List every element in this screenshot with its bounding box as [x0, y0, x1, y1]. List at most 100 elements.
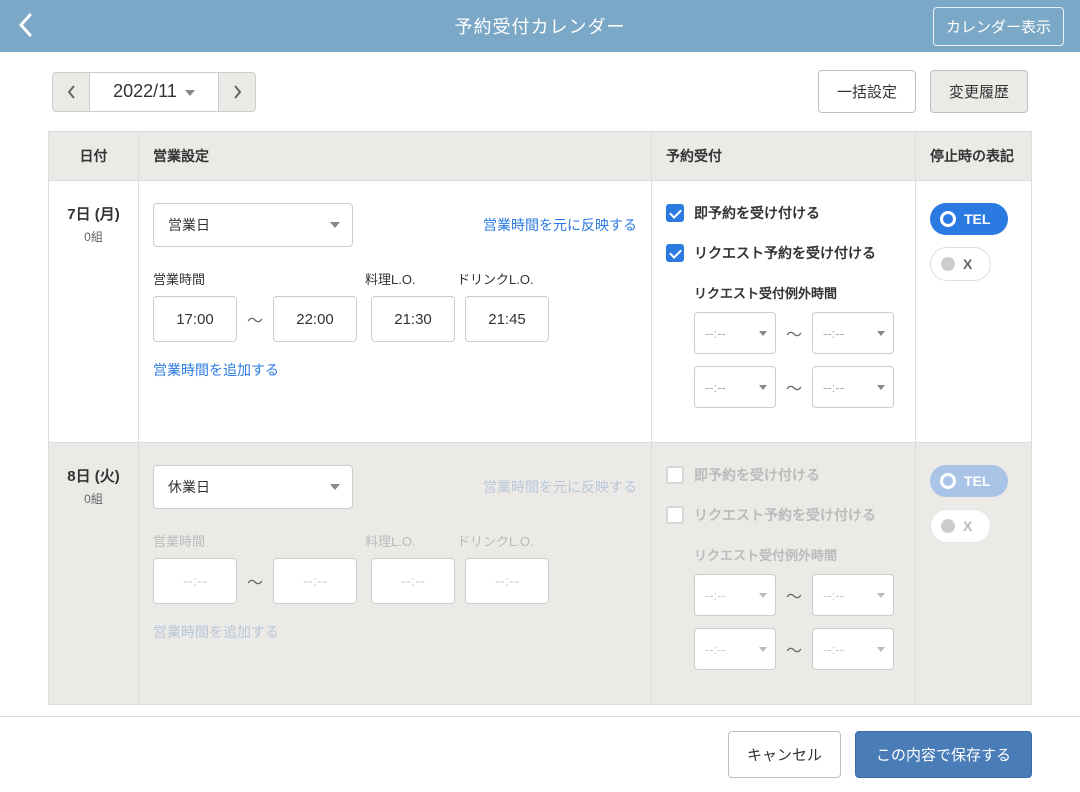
drink-lo-label: ドリンクL.O.	[457, 531, 537, 550]
open-to-input[interactable]: 22:00	[273, 296, 357, 342]
caret-down-icon	[330, 222, 340, 228]
instant-booking-label: 即予約を受け付ける	[694, 203, 820, 223]
open-to-input: --:--	[273, 558, 357, 604]
table-row: 8日 (火) 0組 休業日 営業時間を元に反映する 営業時間 料理L.O. ドリ…	[49, 442, 1031, 704]
pill-label: TEL	[964, 473, 990, 489]
back-button[interactable]	[18, 13, 33, 40]
caret-down-icon	[877, 385, 885, 390]
add-hours-link: 営業時間を追加する	[153, 624, 279, 640]
dish-lo-label: 料理L.O.	[365, 269, 445, 288]
request-booking-label: リクエスト予約を受け付ける	[694, 505, 876, 525]
prev-month-button[interactable]	[52, 72, 90, 112]
caret-down-icon	[759, 385, 767, 390]
business-status-value: 営業日	[168, 215, 210, 235]
caret-down-icon	[877, 593, 885, 598]
req-ex-from-select: --:--	[694, 574, 776, 616]
date-cell: 8日 (火) 0組	[49, 443, 139, 704]
drink-lo-label: ドリンクL.O.	[457, 269, 537, 288]
chevron-left-icon	[18, 13, 33, 37]
pill-label: X	[963, 256, 972, 272]
req-ex-to-select[interactable]: --:--	[812, 366, 894, 408]
radio-icon	[941, 519, 955, 533]
checkbox-icon	[666, 506, 684, 524]
dish-lo-input[interactable]: 21:30	[371, 296, 455, 342]
request-booking-label: リクエスト予約を受け付ける	[694, 243, 876, 263]
tilde: 〜	[247, 307, 263, 331]
caret-down-icon	[330, 484, 340, 490]
col-stop-header: 停止時の表記	[916, 132, 1031, 180]
caret-down-icon	[759, 331, 767, 336]
caret-down-icon	[877, 331, 885, 336]
date-main: 7日 (月)	[63, 203, 124, 224]
dish-lo-input: --:--	[371, 558, 455, 604]
calendar-table: 日付 営業設定 予約受付 停止時の表記 7日 (月) 0組 営業日 営業時間を元…	[48, 131, 1032, 705]
table-header: 日付 営業設定 予約受付 停止時の表記	[49, 132, 1031, 180]
instant-booking-checkbox[interactable]: 即予約を受け付ける	[666, 203, 901, 223]
open-from-input: --:--	[153, 558, 237, 604]
tilde: 〜	[247, 569, 263, 593]
reflect-hours-link[interactable]: 営業時間を元に反映する	[483, 477, 637, 497]
cancel-button[interactable]: キャンセル	[728, 731, 841, 778]
month-label: 2022/11	[113, 81, 177, 102]
req-ex-from-select[interactable]: --:--	[694, 366, 776, 408]
req-ex-to-select[interactable]: --:--	[812, 312, 894, 354]
page-title: 予約受付カレンダー	[455, 13, 626, 39]
open-hours-label: 営業時間	[153, 531, 349, 550]
stop-pill-tel[interactable]: TEL	[930, 203, 1008, 235]
request-booking-checkbox[interactable]: リクエスト予約を受け付ける	[666, 243, 901, 263]
chevron-right-icon	[233, 85, 242, 99]
business-status-select[interactable]: 営業日	[153, 203, 353, 247]
radio-icon	[940, 473, 956, 489]
req-ex-to-select: --:--	[812, 628, 894, 670]
table-row: 7日 (月) 0組 営業日 営業時間を元に反映する 営業時間 料理L.O. ドリ…	[49, 180, 1031, 442]
reflect-hours-link[interactable]: 営業時間を元に反映する	[483, 215, 637, 235]
drink-lo-input[interactable]: 21:45	[465, 296, 549, 342]
toolbar: 2022/11 一括設定 変更履歴	[0, 52, 1080, 131]
business-status-value: 休業日	[168, 477, 210, 497]
dish-lo-label: 料理L.O.	[365, 531, 445, 550]
stop-pill-tel: TEL	[930, 465, 1008, 497]
instant-booking-label: 即予約を受け付ける	[694, 465, 820, 485]
caret-down-icon	[759, 593, 767, 598]
date-cell: 7日 (月) 0組	[49, 181, 139, 442]
radio-icon	[941, 257, 955, 271]
next-month-button[interactable]	[218, 72, 256, 112]
pill-label: X	[963, 518, 972, 534]
bulk-settings-button[interactable]: 一括設定	[818, 70, 916, 113]
header-bar: 予約受付カレンダー カレンダー表示	[0, 0, 1080, 52]
stop-pill-x: X	[930, 509, 991, 543]
business-cell: 営業日 営業時間を元に反映する 営業時間 料理L.O. ドリンクL.O. 17:…	[139, 181, 652, 442]
request-booking-checkbox: リクエスト予約を受け付ける	[666, 505, 901, 525]
date-sub: 0組	[63, 228, 124, 245]
req-ex-to-select: --:--	[812, 574, 894, 616]
stop-pill-x[interactable]: X	[930, 247, 991, 281]
open-from-input[interactable]: 17:00	[153, 296, 237, 342]
month-navigator: 2022/11	[52, 72, 256, 112]
pill-label: TEL	[964, 211, 990, 227]
drink-lo-input: --:--	[465, 558, 549, 604]
col-accept-header: 予約受付	[652, 132, 916, 180]
caret-down-icon	[877, 647, 885, 652]
change-history-button[interactable]: 変更履歴	[930, 70, 1028, 113]
month-selector[interactable]: 2022/11	[90, 72, 218, 112]
stop-cell: TEL X	[916, 443, 1031, 704]
accept-cell: 即予約を受け付ける リクエスト予約を受け付ける リクエスト受付例外時間 --:-…	[652, 181, 916, 442]
request-exception-label: リクエスト受付例外時間	[694, 545, 901, 564]
chevron-left-icon	[67, 85, 76, 99]
add-hours-link[interactable]: 営業時間を追加する	[153, 362, 279, 378]
stop-cell: TEL X	[916, 181, 1031, 442]
col-date-header: 日付	[49, 132, 139, 180]
req-ex-from-select[interactable]: --:--	[694, 312, 776, 354]
checkbox-icon	[666, 466, 684, 484]
date-main: 8日 (火)	[63, 465, 124, 486]
calendar-view-button[interactable]: カレンダー表示	[933, 7, 1064, 46]
instant-booking-checkbox: 即予約を受け付ける	[666, 465, 901, 485]
business-cell: 休業日 営業時間を元に反映する 営業時間 料理L.O. ドリンクL.O. --:…	[139, 443, 652, 704]
req-ex-from-select: --:--	[694, 628, 776, 670]
checkbox-icon	[666, 244, 684, 262]
business-status-select[interactable]: 休業日	[153, 465, 353, 509]
checkbox-icon	[666, 204, 684, 222]
radio-icon	[940, 211, 956, 227]
caret-down-icon	[185, 90, 195, 96]
save-button[interactable]: この内容で保存する	[855, 731, 1032, 778]
